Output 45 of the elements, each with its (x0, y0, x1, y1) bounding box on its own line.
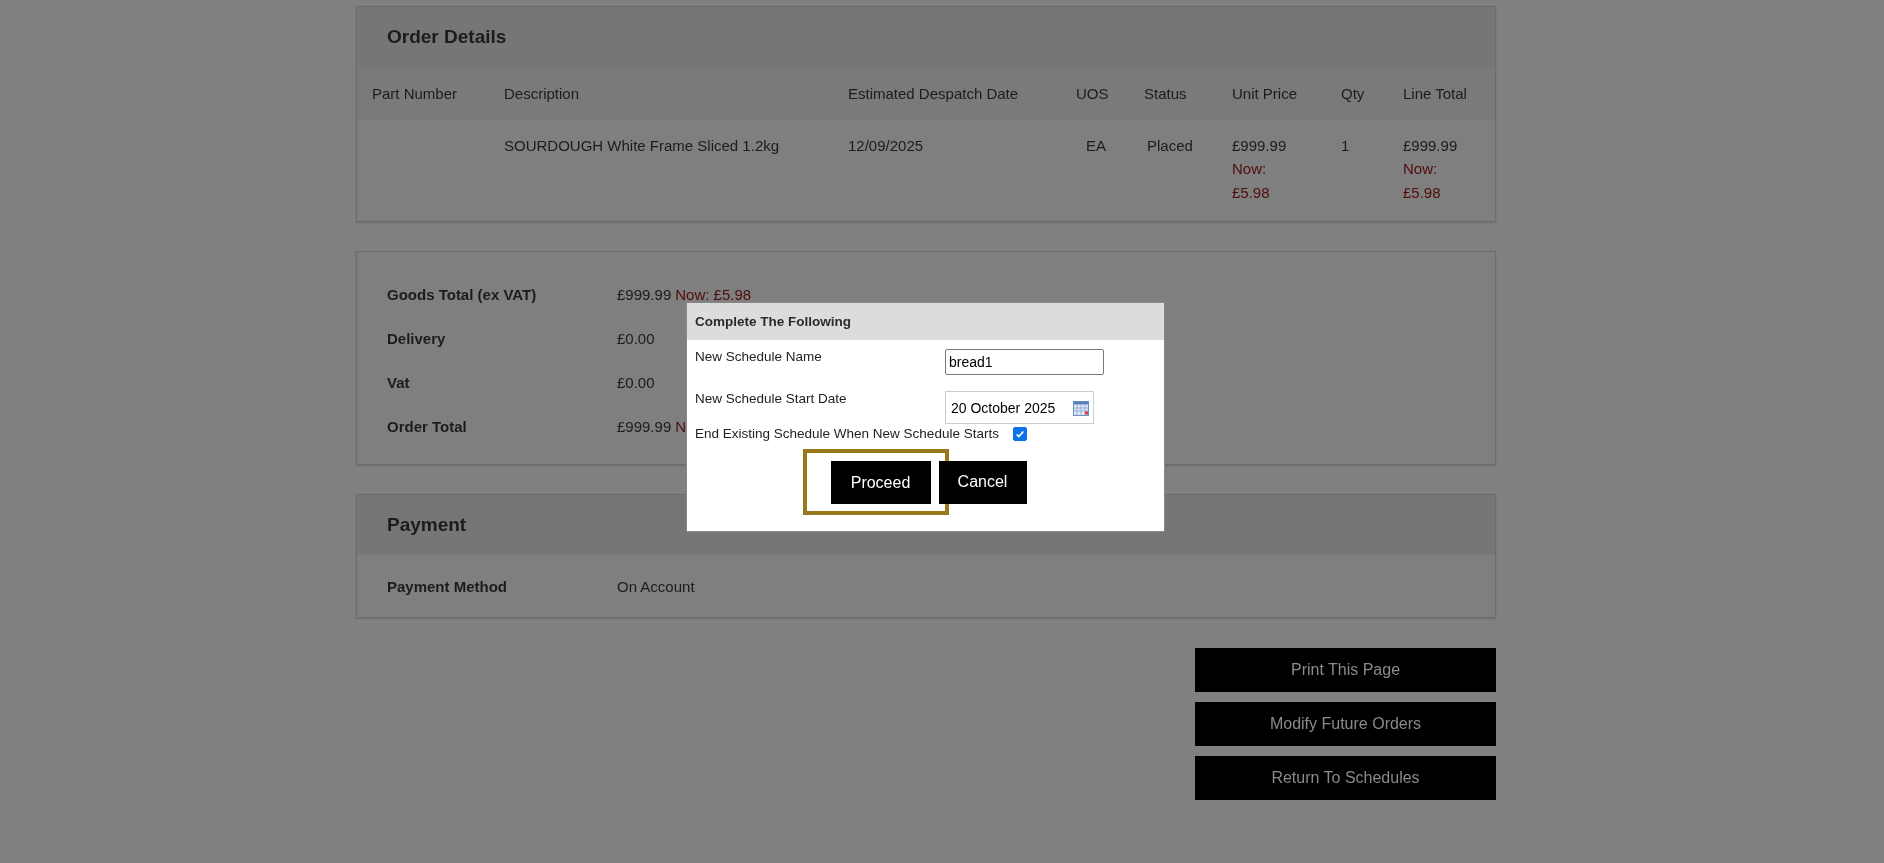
column-header: Line Total (1403, 85, 1468, 102)
table-cell-text: 1 (1341, 137, 1351, 154)
now-price: Now: £5.98 (675, 285, 752, 303)
action-button[interactable]: Return To Schedules (1195, 756, 1496, 800)
column-header: Unit Price (1232, 85, 1299, 102)
total-value: £0.00 (617, 329, 655, 347)
check-icon (1014, 428, 1025, 439)
action-button[interactable]: Modify Future Orders (1195, 702, 1496, 746)
payment-value: On Account (617, 577, 695, 595)
now-price: N (675, 417, 687, 435)
total-label: Delivery (387, 329, 447, 347)
column-header: Part Number (372, 85, 459, 102)
total-label: Vat (387, 373, 411, 391)
total-value: £0.00 (617, 373, 655, 391)
dialog-title: Complete The Following (695, 314, 851, 329)
panel-title: Order Details (387, 26, 507, 48)
dialog-button[interactable]: Proceed (830, 461, 931, 504)
calendar-icon[interactable] (1073, 399, 1089, 416)
table-cell-text: 12/09/2025 (848, 137, 925, 154)
checkbox[interactable] (1012, 426, 1027, 441)
total-value: £999.99 (617, 285, 672, 303)
schedule-name-field[interactable]: bread1 (945, 349, 1104, 375)
panel-title: Payment (387, 514, 467, 536)
total-label: Order Total (387, 417, 468, 435)
table-cell-text: Placed (1146, 137, 1193, 154)
field-label: New Schedule Start Date (695, 391, 848, 406)
table-cell-text: £999.99 (1403, 137, 1459, 154)
column-header: Estimated Despatch Date (848, 85, 1020, 102)
column-header: Description (504, 85, 581, 102)
total-value: £999.99 (617, 417, 672, 435)
now-price: Now: £5.98 (1232, 159, 1271, 203)
column-header: UOS (1076, 85, 1109, 102)
column-header: Status (1144, 85, 1187, 102)
field-label: New Schedule Name (695, 349, 823, 364)
total-label: Goods Total (ex VAT) (387, 285, 538, 303)
action-button[interactable]: Print This Page (1195, 648, 1496, 692)
date-field[interactable]: 20 October 2025 (945, 391, 1094, 424)
column-header: Qty (1341, 85, 1366, 102)
payment-label: Payment Method (387, 577, 508, 595)
table-cell-text: EA (1085, 137, 1106, 154)
dialog-button[interactable]: Cancel (938, 460, 1027, 504)
checkbox-label: End Existing Schedule When New Schedule Starts (695, 426, 999, 441)
now-price: Now: £5.98 (1403, 159, 1442, 203)
table-cell-text: £999.99 (1232, 137, 1288, 154)
table-cell-text: SOURDOUGH White Frame Sliced 1.2kg (504, 137, 781, 154)
